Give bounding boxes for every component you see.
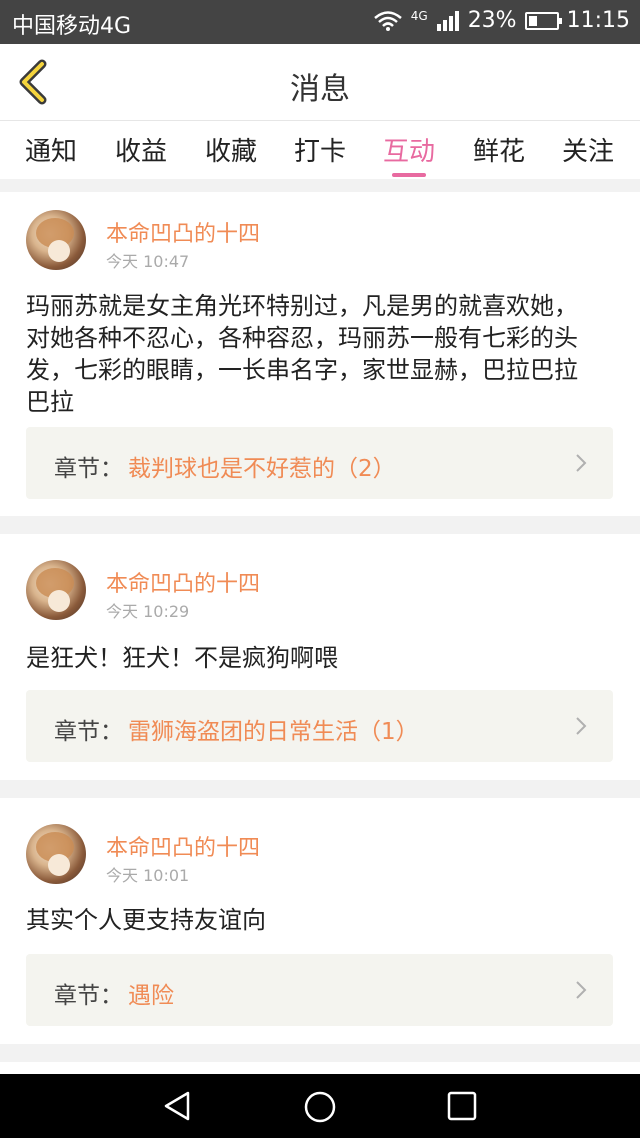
message-card: 本命凹凸的十四 今天 10:29 是狂犬！狂犬！不是疯狗啊喂 章节： 雷狮海盗团… bbox=[0, 534, 640, 780]
chapter-label: 章节： bbox=[54, 719, 123, 745]
page-title: 消息 bbox=[290, 72, 350, 107]
message-text: 玛丽苏就是女主角光环特别过，凡是男的就喜欢她， 对她各种不忍心，各种容忍，玛丽苏… bbox=[26, 290, 616, 418]
message-text: 其实个人更支持友谊向 bbox=[26, 904, 616, 936]
avatar[interactable] bbox=[26, 560, 86, 620]
app-header: 消息 bbox=[0, 44, 640, 121]
message-line: 其实个人更支持友谊向 bbox=[26, 906, 266, 934]
battery-percent: 23% bbox=[467, 8, 517, 33]
chapter-label: 章节： bbox=[54, 983, 123, 1009]
chapter-title: 雷狮海盗团的日常生活（1） bbox=[128, 719, 419, 745]
timestamp: 今天 10:29 bbox=[106, 602, 190, 621]
system-nav-bar bbox=[0, 1074, 640, 1138]
tab-earnings[interactable]: 收益 bbox=[106, 131, 176, 168]
tab-checkin[interactable]: 打卡 bbox=[285, 131, 355, 168]
timestamp: 今天 10:47 bbox=[106, 252, 190, 271]
battery-icon bbox=[524, 11, 562, 30]
carrier-label: 中国移动4G bbox=[12, 14, 132, 39]
active-tab-indicator bbox=[392, 173, 426, 177]
home-circle-icon[interactable] bbox=[303, 1090, 337, 1124]
status-icons: 4G 23% 11:15 bbox=[373, 8, 630, 33]
message-card bbox=[0, 1062, 640, 1074]
chapter-label: 章节： bbox=[54, 456, 123, 482]
wifi-icon bbox=[373, 10, 402, 31]
status-bar: 中国移动4G 4G 23% 11:15 bbox=[0, 0, 640, 44]
chapter-title: 遇险 bbox=[128, 983, 174, 1009]
message-card: 本命凹凸的十四 今天 10:47 玛丽苏就是女主角光环特别过，凡是男的就喜欢她，… bbox=[0, 192, 640, 516]
tab-notifications[interactable]: 通知 bbox=[16, 131, 86, 168]
message-line: 玛丽苏就是女主角光环特别过，凡是男的就喜欢她， bbox=[26, 292, 578, 320]
message-card: 本命凹凸的十四 今天 10:01 其实个人更支持友谊向 章节： 遇险 bbox=[0, 798, 640, 1044]
message-line: 是狂犬！狂犬！不是疯狗啊喂 bbox=[26, 644, 338, 672]
chapter-link[interactable]: 章节： 裁判球也是不好惹的（2） bbox=[26, 427, 613, 499]
chevron-right-icon bbox=[576, 981, 587, 999]
avatar[interactable] bbox=[26, 824, 86, 884]
tab-flowers[interactable]: 鲜花 bbox=[464, 131, 534, 168]
message-line: 发，七彩的眼睛，一长串名字，家世显赫，巴拉巴拉 bbox=[26, 356, 578, 384]
chapter-link[interactable]: 章节： 雷狮海盗团的日常生活（1） bbox=[26, 690, 613, 762]
username[interactable]: 本命凹凸的十四 bbox=[106, 830, 260, 862]
message-line: 对她各种不忍心，各种容忍，玛丽苏一般有七彩的头 bbox=[26, 324, 578, 352]
tab-favorites[interactable]: 收藏 bbox=[196, 131, 266, 168]
tab-interaction[interactable]: 互动 bbox=[374, 131, 444, 168]
message-line: 巴拉 bbox=[26, 388, 74, 416]
chapter-link[interactable]: 章节： 遇险 bbox=[26, 954, 613, 1026]
chevron-right-icon bbox=[576, 717, 587, 735]
chevron-right-icon bbox=[576, 454, 587, 472]
avatar[interactable] bbox=[26, 210, 86, 270]
username[interactable]: 本命凹凸的十四 bbox=[106, 216, 260, 248]
chapter-title: 裁判球也是不好惹的（2） bbox=[128, 456, 396, 482]
tab-following[interactable]: 关注 bbox=[553, 131, 623, 168]
clock: 11:15 bbox=[566, 8, 630, 33]
signal-icon bbox=[436, 10, 459, 31]
timestamp: 今天 10:01 bbox=[106, 866, 190, 885]
username[interactable]: 本命凹凸的十四 bbox=[106, 566, 260, 598]
tab-bar: 通知 收益 收藏 打卡 互动 鲜花 关注 bbox=[0, 121, 640, 179]
back-triangle-icon[interactable] bbox=[162, 1090, 194, 1122]
recents-square-icon[interactable] bbox=[446, 1090, 478, 1122]
network-type-label: 4G bbox=[410, 8, 428, 23]
message-text: 是狂犬！狂犬！不是疯狗啊喂 bbox=[26, 642, 616, 674]
